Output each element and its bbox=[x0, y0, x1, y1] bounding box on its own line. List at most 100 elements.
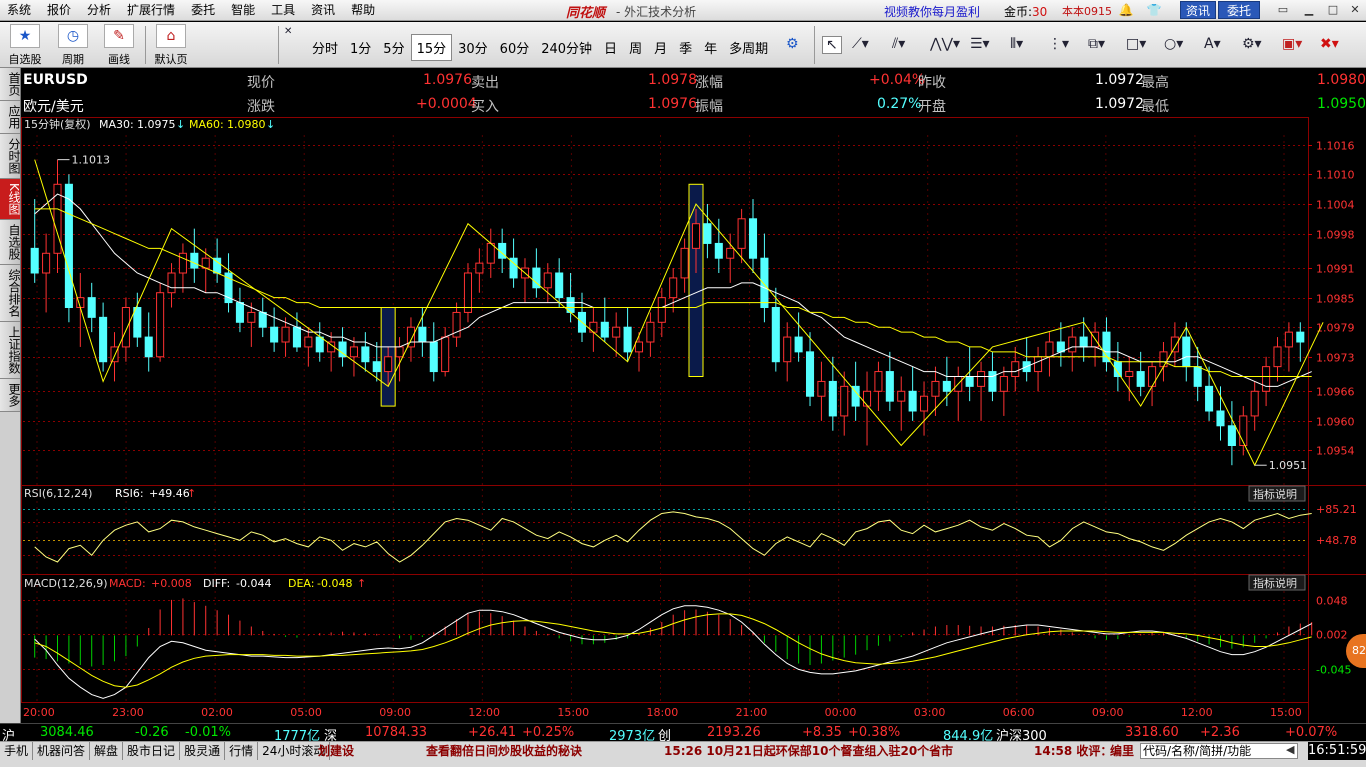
promo-link[interactable]: 视频教你每月盈利 bbox=[884, 3, 980, 20]
bell-icon[interactable]: 🔔 bbox=[1118, 3, 1134, 17]
restore-icon[interactable]: ▭ bbox=[1272, 2, 1294, 18]
menu-quote[interactable]: 报价 bbox=[40, 0, 80, 21]
channel-icon[interactable]: ⧉▾ bbox=[1088, 36, 1105, 52]
period-button[interactable]: ◷ 周期 bbox=[54, 24, 92, 67]
candlestick-series bbox=[30, 159, 1305, 466]
bottom-tab-qa[interactable]: 机器问答 bbox=[33, 742, 91, 760]
period-multi[interactable]: 多周期 bbox=[723, 34, 774, 61]
cursor-icon[interactable]: ↖ bbox=[822, 36, 842, 54]
period-year[interactable]: 年 bbox=[698, 34, 723, 61]
bottom-tab-commentary[interactable]: 解盘 bbox=[90, 742, 124, 760]
candle-body-up bbox=[121, 307, 130, 348]
close-icon[interactable]: ✕ bbox=[1344, 2, 1366, 18]
news-button[interactable]: 资讯 bbox=[1180, 1, 1216, 19]
news-ticker-4[interactable]: 14:58 收评： bbox=[1034, 742, 1112, 760]
trade-button[interactable]: 委托 bbox=[1218, 1, 1260, 19]
parallel-line-icon[interactable]: ⫽▾ bbox=[892, 36, 905, 52]
menu-help[interactable]: 帮助 bbox=[344, 0, 384, 21]
save-drawing-icon[interactable]: ▣▾ bbox=[1282, 36, 1302, 52]
period-5min[interactable]: 5分 bbox=[377, 34, 410, 61]
bottom-tab-ling[interactable]: 股灵通 bbox=[180, 742, 226, 760]
kline-chart-svg[interactable]: 1.1016 1.1010 1.1004 1.0998 1.0991 1.0985 1.09… bbox=[21, 117, 1366, 723]
search-dropdown-icon[interactable]: ◀ bbox=[1286, 743, 1294, 756]
candle-body-up bbox=[1170, 336, 1179, 353]
tab-kline[interactable]: K线图 bbox=[0, 179, 21, 220]
stock-search-input[interactable]: 代码/名称/简拼/功能 bbox=[1140, 743, 1298, 759]
left-tabbar: 首页 应用 分时图 K线图 自选股 综合排名 上证指数 更多 bbox=[0, 68, 21, 740]
period-timeshare[interactable]: 分时 bbox=[306, 34, 344, 61]
period-240min[interactable]: 240分钟 bbox=[535, 34, 598, 61]
app-logo: 同花顺 bbox=[566, 6, 606, 21]
user-icon[interactable]: 👕 bbox=[1146, 3, 1162, 17]
news-ticker-2[interactable]: 查看翻倍日间炒股收益的秘诀 bbox=[426, 742, 582, 760]
settings-gear-icon[interactable]: ⚙ bbox=[786, 36, 799, 52]
minimize-icon[interactable]: ▁ bbox=[1298, 2, 1320, 18]
menu-news[interactable]: 资讯 bbox=[304, 0, 344, 21]
bottom-tab-market[interactable]: 行情 bbox=[225, 742, 259, 760]
candle-body-up bbox=[634, 341, 644, 353]
candle-body-up bbox=[1125, 371, 1134, 377]
period-week[interactable]: 周 bbox=[623, 34, 648, 61]
period-day[interactable]: 日 bbox=[598, 34, 623, 61]
menu-system[interactable]: 系统 bbox=[0, 0, 40, 21]
price-tick-label: 1.0954 bbox=[1316, 445, 1355, 458]
gann-icon[interactable]: ⋮▾ bbox=[1048, 36, 1069, 52]
tab-apps[interactable]: 应用 bbox=[0, 101, 21, 134]
candle-body-up bbox=[395, 346, 404, 358]
period-month[interactable]: 月 bbox=[648, 34, 673, 61]
macd-explain-button[interactable]: 指标说明 bbox=[1248, 574, 1306, 591]
ellipse-icon[interactable]: ○▾ bbox=[1164, 36, 1183, 52]
candle-body-down bbox=[942, 380, 951, 392]
period-1min[interactable]: 1分 bbox=[344, 34, 377, 61]
menu-analysis[interactable]: 分析 bbox=[80, 0, 120, 21]
tab-watchlist[interactable]: 自选股 bbox=[0, 219, 21, 265]
delete-drawing-icon[interactable]: ✖▾ bbox=[1320, 36, 1339, 52]
rsi-tick-label: +85.21 bbox=[1316, 503, 1357, 516]
watchlist-button[interactable]: ★ 自选股 bbox=[6, 24, 44, 67]
tab-sh-index[interactable]: 上证指数 bbox=[0, 321, 21, 379]
toolbar-divider bbox=[278, 26, 279, 64]
candle-body-up bbox=[897, 390, 906, 402]
tab-more[interactable]: 更多 bbox=[0, 378, 21, 412]
fibonacci-icon[interactable]: ☰▾ bbox=[970, 36, 990, 52]
menu-tools[interactable]: 工具 bbox=[264, 0, 304, 21]
candle-body-down bbox=[748, 218, 758, 259]
default-page-button[interactable]: ⌂ 默认页 bbox=[150, 24, 192, 67]
period-60min[interactable]: 60分 bbox=[494, 34, 536, 61]
tab-ranking[interactable]: 综合排名 bbox=[0, 264, 21, 322]
candle-body-up bbox=[384, 356, 393, 373]
draw-settings-icon[interactable]: ⚙▾ bbox=[1242, 36, 1262, 52]
kline-chart-area[interactable]: 1.1016 1.1010 1.1004 1.0998 1.0991 1.0985 1.09… bbox=[21, 117, 1366, 740]
news-ticker-1[interactable]: 划建设 bbox=[318, 742, 354, 760]
candle-body-down bbox=[1216, 410, 1225, 427]
bottom-tab-mobile[interactable]: 手机 bbox=[0, 742, 34, 760]
cy-change: +8.35 bbox=[802, 725, 842, 740]
dea-label: DEA: bbox=[288, 577, 314, 590]
highlight-boxes bbox=[380, 183, 704, 407]
period-15min[interactable]: 15分 bbox=[410, 34, 453, 61]
rectangle-icon[interactable]: □▾ bbox=[1126, 36, 1146, 52]
main-period-label: 15分钟(复权) bbox=[24, 117, 91, 131]
collapse-icon[interactable]: ✕ bbox=[284, 26, 292, 37]
wave-tool-icon[interactable]: ⋀⋁▾ bbox=[930, 36, 960, 52]
candle-body-up bbox=[646, 321, 655, 343]
tab-home[interactable]: 首页 bbox=[0, 68, 21, 101]
menu-extended[interactable]: 扩展行情 bbox=[120, 0, 184, 21]
draw-button[interactable]: ✎ 画线 bbox=[100, 24, 138, 67]
period-quarter[interactable]: 季 bbox=[673, 34, 698, 61]
bottom-tab-diary[interactable]: 股市日记 bbox=[123, 742, 181, 760]
news-ticker-3[interactable]: 15:26 10月21日起环保部10个督查组入驻20个省市 bbox=[664, 742, 953, 760]
bottom-tabs: 手机 机器问答 解盘 股市日记 股灵通 行情 24小时滚动 bbox=[0, 742, 331, 760]
news-ticker-5[interactable]: 编里 bbox=[1110, 742, 1134, 760]
maximize-icon[interactable]: □ bbox=[1322, 2, 1344, 18]
line-tool-icon[interactable]: ⟋▾ bbox=[852, 36, 869, 52]
bars-icon[interactable]: ⦀▾ bbox=[1010, 36, 1023, 52]
rsi-explain-button[interactable]: 指标说明 bbox=[1248, 485, 1306, 502]
text-tool-icon[interactable]: A▾ bbox=[1204, 36, 1221, 52]
menu-trade[interactable]: 委托 bbox=[184, 0, 224, 21]
period-30min[interactable]: 30分 bbox=[452, 34, 494, 61]
candle-body-up bbox=[589, 321, 598, 333]
tab-timeshare[interactable]: 分时图 bbox=[0, 134, 21, 179]
menu-smart[interactable]: 智能 bbox=[224, 0, 264, 21]
period-label: 周期 bbox=[62, 53, 84, 66]
